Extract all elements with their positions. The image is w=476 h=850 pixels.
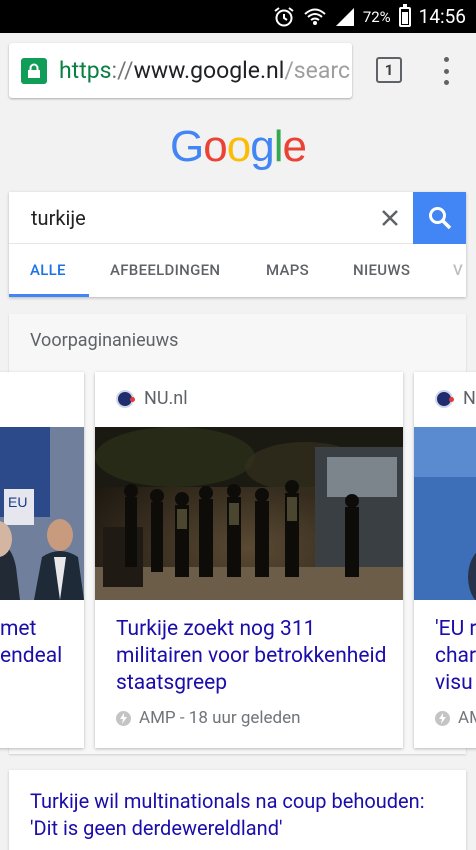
tab-videos[interactable]: V xyxy=(453,244,463,297)
tab-alle[interactable]: ALLE xyxy=(30,244,66,297)
news-source-label: N xyxy=(463,388,476,409)
news-card-title[interactable]: Turkije zoekt nog 311 militairen voor be… xyxy=(116,616,389,697)
top-stories-header: Voorpaginanieuws xyxy=(30,330,179,351)
address-bar[interactable]: https://www.google.nl/searc xyxy=(9,43,352,98)
news-meta: AMP - 18 uur geleden xyxy=(116,708,301,728)
logo-letter: G xyxy=(170,122,204,171)
battery-icon xyxy=(398,3,411,27)
amp-icon xyxy=(116,710,131,726)
status-bar: 72% 14:56 xyxy=(0,0,476,33)
signal-icon xyxy=(335,7,354,26)
logo-letter: o xyxy=(226,122,252,171)
logo-letter: o xyxy=(203,122,228,171)
svg-text:EU: EU xyxy=(8,494,27,510)
amp-icon xyxy=(435,710,450,726)
logo-letter: e xyxy=(282,122,307,171)
news-meta-text: AM xyxy=(458,708,476,728)
search-result-title[interactable]: Turkije wil multinationals na coup behou… xyxy=(30,788,446,842)
search-tabs: ALLE AFBEELDINGEN MAPS NIEUWS V xyxy=(9,244,466,297)
news-source: NU.nl xyxy=(116,388,188,409)
tab-afbeeldingen[interactable]: AFBEELDINGEN xyxy=(110,244,220,297)
search-row: turkije xyxy=(9,192,466,244)
search-card: turkije ALLE AFBEELDINGEN MAPS NIEUWS V xyxy=(9,192,466,297)
clear-icon[interactable] xyxy=(377,205,403,231)
news-image xyxy=(95,427,403,600)
news-meta: AM xyxy=(435,708,476,728)
news-card[interactable]: NU.nl Turkije zoekt nog 311 militairen v… xyxy=(95,372,403,748)
tab-maps[interactable]: MAPS xyxy=(266,244,309,297)
tab-nieuws[interactable]: NIEUWS xyxy=(353,244,410,297)
search-result[interactable]: Turkije wil multinationals na coup behou… xyxy=(9,770,466,850)
url-scheme: https xyxy=(59,57,112,84)
logo-letter: g xyxy=(250,122,275,171)
url-path: /searc xyxy=(284,57,350,84)
battery-percent: 72% xyxy=(362,7,391,26)
active-tab-indicator xyxy=(9,294,89,297)
lock-icon xyxy=(21,57,47,84)
url-text: https://www.google.nl/searc xyxy=(59,57,350,84)
news-card-title[interactable]: 'EU r char visu xyxy=(435,616,476,697)
url-host: www.google.nl xyxy=(133,57,285,84)
google-logo: Google xyxy=(0,122,476,172)
news-card[interactable]: EU met endeal xyxy=(0,372,84,748)
search-icon xyxy=(428,207,451,230)
tab-switcher-button[interactable]: 1 xyxy=(376,57,402,83)
browser-toolbar: https://www.google.nl/searc 1 xyxy=(0,33,476,108)
clock: 14:56 xyxy=(418,5,466,28)
search-button[interactable] xyxy=(413,192,466,244)
news-card[interactable]: N 'EU r char visu AM xyxy=(414,372,476,748)
search-input[interactable]: turkije xyxy=(31,206,86,230)
status-icons: 72% 14:56 xyxy=(273,0,466,33)
news-card-title[interactable]: met endeal xyxy=(0,616,70,670)
news-source-label: NU.nl xyxy=(144,388,188,409)
news-meta-text: AMP - 18 uur geleden xyxy=(139,708,301,728)
alarm-icon xyxy=(274,6,294,26)
overflow-menu-icon[interactable] xyxy=(440,57,452,85)
wifi-icon xyxy=(304,8,326,25)
nu-logo-icon xyxy=(116,389,135,408)
news-source: N xyxy=(435,388,476,409)
news-image xyxy=(414,427,476,601)
url-separator: :// xyxy=(111,57,134,84)
nu-logo-icon xyxy=(435,389,454,408)
news-image: EU xyxy=(0,427,84,600)
